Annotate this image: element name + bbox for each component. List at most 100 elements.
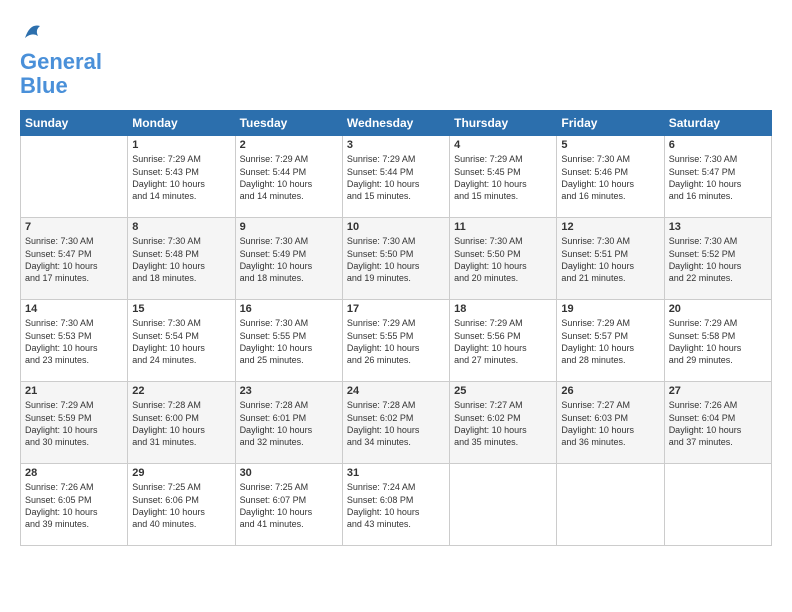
calendar-cell: 21 Sunrise: 7:29 AM Sunset: 5:59 PM Dayli… bbox=[21, 382, 128, 464]
day-number: 19 bbox=[561, 303, 659, 315]
calendar-cell bbox=[450, 464, 557, 546]
day-number: 16 bbox=[240, 303, 338, 315]
day-number: 22 bbox=[132, 385, 230, 397]
day-info: Sunrise: 7:29 AM Sunset: 5:44 PM Dayligh… bbox=[347, 153, 445, 202]
day-number: 21 bbox=[25, 385, 123, 397]
day-number: 17 bbox=[347, 303, 445, 315]
day-number: 12 bbox=[561, 221, 659, 233]
day-info: Sunrise: 7:24 AM Sunset: 6:08 PM Dayligh… bbox=[347, 481, 445, 530]
calendar-cell: 19 Sunrise: 7:29 AM Sunset: 5:57 PM Dayli… bbox=[557, 300, 664, 382]
weekday-header-monday: Monday bbox=[128, 111, 235, 136]
day-info: Sunrise: 7:30 AM Sunset: 5:51 PM Dayligh… bbox=[561, 235, 659, 284]
calendar-week-3: 14 Sunrise: 7:30 AM Sunset: 5:53 PM Dayli… bbox=[21, 300, 772, 382]
day-number: 1 bbox=[132, 139, 230, 151]
day-number: 29 bbox=[132, 467, 230, 479]
weekday-header-thursday: Thursday bbox=[450, 111, 557, 136]
day-info: Sunrise: 7:29 AM Sunset: 5:55 PM Dayligh… bbox=[347, 317, 445, 366]
calendar-week-5: 28 Sunrise: 7:26 AM Sunset: 6:05 PM Dayli… bbox=[21, 464, 772, 546]
logo-general: General bbox=[20, 49, 102, 74]
day-info: Sunrise: 7:26 AM Sunset: 6:04 PM Dayligh… bbox=[669, 399, 767, 448]
calendar-cell: 15 Sunrise: 7:30 AM Sunset: 5:54 PM Dayli… bbox=[128, 300, 235, 382]
day-info: Sunrise: 7:30 AM Sunset: 5:54 PM Dayligh… bbox=[132, 317, 230, 366]
logo: General Blue bbox=[20, 18, 102, 98]
day-info: Sunrise: 7:25 AM Sunset: 6:07 PM Dayligh… bbox=[240, 481, 338, 530]
day-info: Sunrise: 7:30 AM Sunset: 5:48 PM Dayligh… bbox=[132, 235, 230, 284]
day-info: Sunrise: 7:26 AM Sunset: 6:05 PM Dayligh… bbox=[25, 481, 123, 530]
day-info: Sunrise: 7:28 AM Sunset: 6:02 PM Dayligh… bbox=[347, 399, 445, 448]
day-number: 9 bbox=[240, 221, 338, 233]
calendar-cell: 26Sunrise: 7:27 AM Sunset: 6:03 PM Dayli… bbox=[557, 382, 664, 464]
calendar-cell: 6Sunrise: 7:30 AM Sunset: 5:47 PM Daylig… bbox=[664, 136, 771, 218]
day-number: 14 bbox=[25, 303, 123, 315]
logo-text: General Blue bbox=[20, 50, 102, 98]
day-number: 5 bbox=[561, 139, 659, 151]
day-info: Sunrise: 7:30 AM Sunset: 5:47 PM Dayligh… bbox=[25, 235, 123, 284]
day-number: 24 bbox=[347, 385, 445, 397]
day-number: 30 bbox=[240, 467, 338, 479]
calendar-cell: 25 Sunrise: 7:27 AM Sunset: 6:02 PM Dayli… bbox=[450, 382, 557, 464]
calendar-cell bbox=[557, 464, 664, 546]
calendar-cell: 18Sunrise: 7:29 AM Sunset: 5:56 PM Dayli… bbox=[450, 300, 557, 382]
weekday-header-sunday: Sunday bbox=[21, 111, 128, 136]
day-number: 15 bbox=[132, 303, 230, 315]
day-number: 26 bbox=[561, 385, 659, 397]
calendar-cell: 13 Sunrise: 7:30 AM Sunset: 5:52 PM Dayli… bbox=[664, 218, 771, 300]
calendar-cell: 9Sunrise: 7:30 AM Sunset: 5:49 PM Daylig… bbox=[235, 218, 342, 300]
calendar-cell: 31 Sunrise: 7:24 AM Sunset: 6:08 PM Dayli… bbox=[342, 464, 449, 546]
calendar-cell: 12 Sunrise: 7:30 AM Sunset: 5:51 PM Dayli… bbox=[557, 218, 664, 300]
calendar-body: 1 Sunrise: 7:29 AM Sunset: 5:43 PM Daylig… bbox=[21, 136, 772, 546]
calendar-cell: 5Sunrise: 7:30 AM Sunset: 5:46 PM Daylig… bbox=[557, 136, 664, 218]
weekday-header-tuesday: Tuesday bbox=[235, 111, 342, 136]
calendar-week-2: 7 Sunrise: 7:30 AM Sunset: 5:47 PM Daylig… bbox=[21, 218, 772, 300]
day-number: 11 bbox=[454, 221, 552, 233]
day-info: Sunrise: 7:27 AM Sunset: 6:02 PM Dayligh… bbox=[454, 399, 552, 448]
day-number: 20 bbox=[669, 303, 767, 315]
day-info: Sunrise: 7:25 AM Sunset: 6:06 PM Dayligh… bbox=[132, 481, 230, 530]
day-number: 25 bbox=[454, 385, 552, 397]
calendar-cell: 8Sunrise: 7:30 AM Sunset: 5:48 PM Daylig… bbox=[128, 218, 235, 300]
day-number: 28 bbox=[25, 467, 123, 479]
day-number: 13 bbox=[669, 221, 767, 233]
day-number: 27 bbox=[669, 385, 767, 397]
weekday-header-saturday: Saturday bbox=[664, 111, 771, 136]
calendar-cell: 3 Sunrise: 7:29 AM Sunset: 5:44 PM Daylig… bbox=[342, 136, 449, 218]
day-info: Sunrise: 7:29 AM Sunset: 5:58 PM Dayligh… bbox=[669, 317, 767, 366]
day-info: Sunrise: 7:30 AM Sunset: 5:53 PM Dayligh… bbox=[25, 317, 123, 366]
calendar-cell bbox=[664, 464, 771, 546]
day-info: Sunrise: 7:28 AM Sunset: 6:00 PM Dayligh… bbox=[132, 399, 230, 448]
day-info: Sunrise: 7:30 AM Sunset: 5:50 PM Dayligh… bbox=[347, 235, 445, 284]
calendar-cell: 27 Sunrise: 7:26 AM Sunset: 6:04 PM Dayli… bbox=[664, 382, 771, 464]
calendar-cell: 24 Sunrise: 7:28 AM Sunset: 6:02 PM Dayli… bbox=[342, 382, 449, 464]
day-info: Sunrise: 7:28 AM Sunset: 6:01 PM Dayligh… bbox=[240, 399, 338, 448]
calendar-header-row: SundayMondayTuesdayWednesdayThursdayFrid… bbox=[21, 111, 772, 136]
calendar-cell: 22 Sunrise: 7:28 AM Sunset: 6:00 PM Dayli… bbox=[128, 382, 235, 464]
day-number: 10 bbox=[347, 221, 445, 233]
calendar-cell: 11 Sunrise: 7:30 AM Sunset: 5:50 PM Dayli… bbox=[450, 218, 557, 300]
day-number: 7 bbox=[25, 221, 123, 233]
day-info: Sunrise: 7:30 AM Sunset: 5:52 PM Dayligh… bbox=[669, 235, 767, 284]
calendar-table: SundayMondayTuesdayWednesdayThursdayFrid… bbox=[20, 110, 772, 546]
weekday-header-wednesday: Wednesday bbox=[342, 111, 449, 136]
day-info: Sunrise: 7:30 AM Sunset: 5:55 PM Dayligh… bbox=[240, 317, 338, 366]
calendar-cell: 4 Sunrise: 7:29 AM Sunset: 5:45 PM Daylig… bbox=[450, 136, 557, 218]
logo-blue: Blue bbox=[20, 73, 68, 98]
day-number: 23 bbox=[240, 385, 338, 397]
calendar-week-4: 21 Sunrise: 7:29 AM Sunset: 5:59 PM Dayli… bbox=[21, 382, 772, 464]
day-number: 31 bbox=[347, 467, 445, 479]
day-info: Sunrise: 7:29 AM Sunset: 5:43 PM Dayligh… bbox=[132, 153, 230, 202]
calendar-cell: 16 Sunrise: 7:30 AM Sunset: 5:55 PM Dayli… bbox=[235, 300, 342, 382]
day-info: Sunrise: 7:30 AM Sunset: 5:50 PM Dayligh… bbox=[454, 235, 552, 284]
day-number: 4 bbox=[454, 139, 552, 151]
day-info: Sunrise: 7:29 AM Sunset: 5:44 PM Dayligh… bbox=[240, 153, 338, 202]
calendar-cell: 14 Sunrise: 7:30 AM Sunset: 5:53 PM Dayli… bbox=[21, 300, 128, 382]
calendar-cell: 30 Sunrise: 7:25 AM Sunset: 6:07 PM Dayli… bbox=[235, 464, 342, 546]
calendar-cell: 17 Sunrise: 7:29 AM Sunset: 5:55 PM Dayli… bbox=[342, 300, 449, 382]
day-number: 3 bbox=[347, 139, 445, 151]
day-info: Sunrise: 7:29 AM Sunset: 5:59 PM Dayligh… bbox=[25, 399, 123, 448]
day-info: Sunrise: 7:29 AM Sunset: 5:45 PM Dayligh… bbox=[454, 153, 552, 202]
calendar-cell: 28 Sunrise: 7:26 AM Sunset: 6:05 PM Dayli… bbox=[21, 464, 128, 546]
calendar-cell: 7 Sunrise: 7:30 AM Sunset: 5:47 PM Daylig… bbox=[21, 218, 128, 300]
day-number: 2 bbox=[240, 139, 338, 151]
day-info: Sunrise: 7:29 AM Sunset: 5:57 PM Dayligh… bbox=[561, 317, 659, 366]
day-number: 18 bbox=[454, 303, 552, 315]
